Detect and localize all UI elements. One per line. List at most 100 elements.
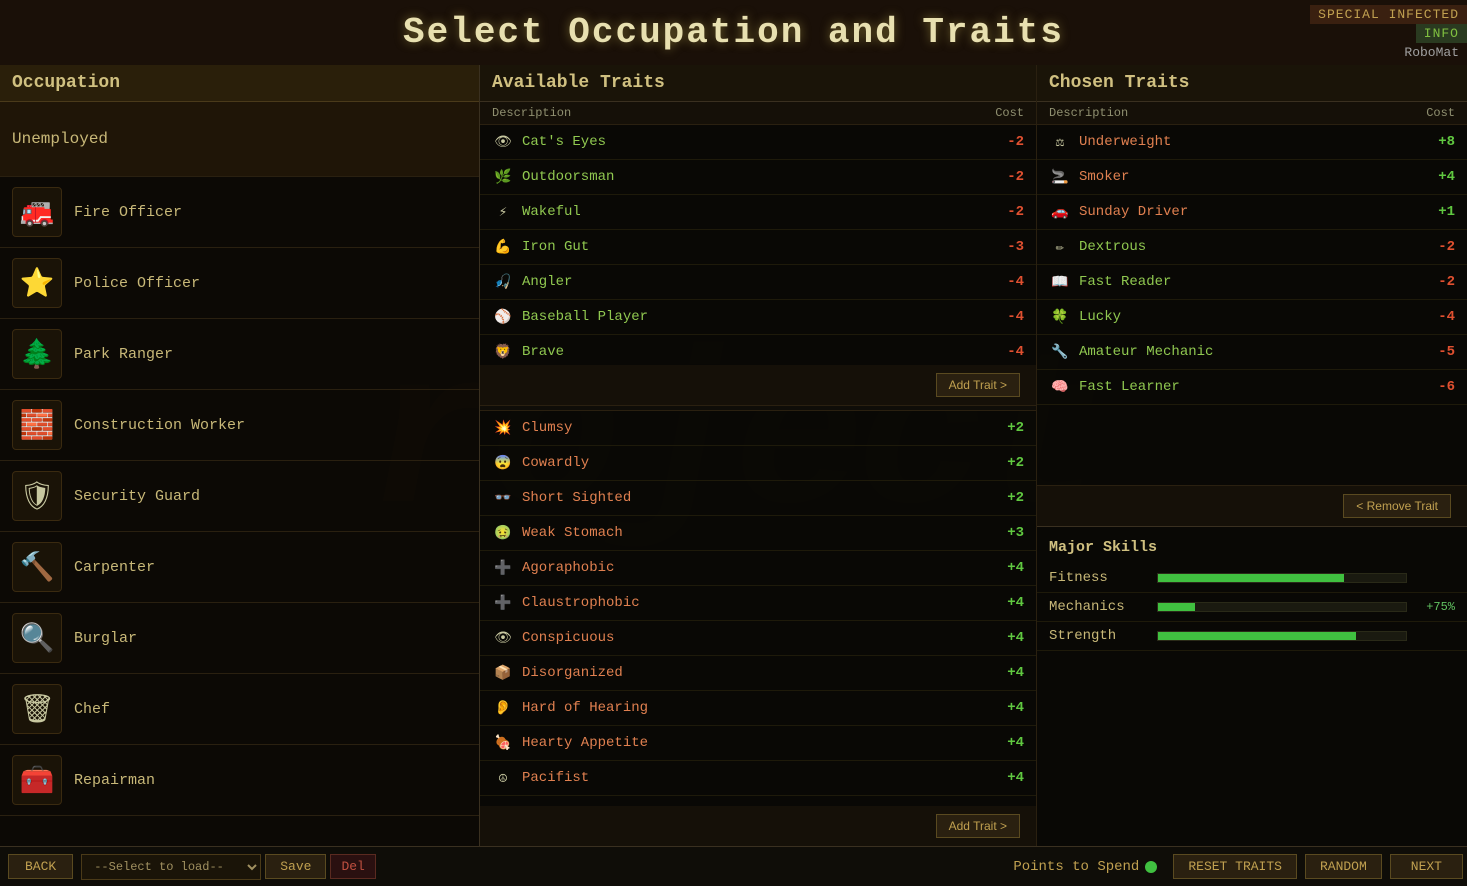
trait-weak-stomach[interactable]: 🤢 Weak Stomach +3 [480, 516, 1036, 551]
top-header: Select Occupation and Traits SPECIAL INF… [0, 0, 1467, 65]
trait-cost-cowardly: +2 [1007, 455, 1024, 471]
trait-cats-eyes[interactable]: 👁 Cat's Eyes -2 [480, 125, 1036, 160]
amateur-mechanic-icon: 🔧 [1049, 341, 1071, 363]
police-officer-icon: ⭐ [12, 258, 62, 308]
occupation-item-burglar[interactable]: 🔍 Burglar [0, 603, 479, 674]
trait-name-iron-gut: Iron Gut [522, 239, 1007, 255]
trait-cost-hearty-appetite: +4 [1007, 735, 1024, 751]
trait-cost-brave: -4 [1007, 344, 1024, 360]
trait-hard-of-hearing[interactable]: 👂 Hard of Hearing +4 [480, 691, 1036, 726]
carpenter-icon: 🔨 [12, 542, 62, 592]
agoraphobic-icon: ➕ [492, 557, 514, 579]
chosen-trait-smoker[interactable]: 🚬 Smoker +4 [1037, 160, 1467, 195]
occupation-name-carpenter: Carpenter [74, 559, 155, 576]
chosen-trait-fast-learner[interactable]: 🧠 Fast Learner -6 [1037, 370, 1467, 405]
occupation-item-carpenter[interactable]: 🔨 Carpenter [0, 532, 479, 603]
occupation-list: Unemployed 🚒 Fire Officer ⭐ Police Offic… [0, 102, 479, 846]
strength-fill [1158, 632, 1356, 640]
occupation-item-police-officer[interactable]: ⭐ Police Officer [0, 248, 479, 319]
trait-clumsy[interactable]: 💥 Clumsy +2 [480, 411, 1036, 446]
occupation-name-repairman: Repairman [74, 772, 155, 789]
fitness-label: Fitness [1049, 570, 1149, 586]
occupation-item-repairman[interactable]: 🧰 Repairman [0, 745, 479, 816]
add-trait-button-upper[interactable]: Add Trait > [936, 373, 1020, 397]
cowardly-icon: 😨 [492, 452, 514, 474]
chosen-trait-lucky[interactable]: 🍀 Lucky -4 [1037, 300, 1467, 335]
cats-eyes-icon: 👁 [492, 131, 514, 153]
trait-iron-gut[interactable]: 💪 Iron Gut -3 [480, 230, 1036, 265]
brave-icon: 🦁 [492, 341, 514, 363]
trait-cowardly[interactable]: 😨 Cowardly +2 [480, 446, 1036, 481]
chosen-trait-sunday-driver[interactable]: 🚗 Sunday Driver +1 [1037, 195, 1467, 230]
chosen-cost-sunday-driver: +1 [1438, 204, 1455, 220]
chosen-trait-fast-reader[interactable]: 📖 Fast Reader -2 [1037, 265, 1467, 300]
chosen-col-cost: Cost [1426, 106, 1455, 120]
trait-cost-claustrophobic: +4 [1007, 595, 1024, 611]
points-to-spend: Points to Spend [1013, 859, 1157, 875]
reset-traits-button[interactable]: RESET TRAITS [1173, 854, 1297, 879]
occupation-item-park-ranger[interactable]: 🌲 Park Ranger [0, 319, 479, 390]
trait-cost-iron-gut: -3 [1007, 239, 1024, 255]
occupation-item-fire-officer[interactable]: 🚒 Fire Officer [0, 177, 479, 248]
hearty-appetite-icon: 🍖 [492, 732, 514, 754]
next-button[interactable]: NEXT [1390, 854, 1463, 879]
back-button[interactable]: BACK [8, 854, 73, 879]
save-button[interactable]: Save [265, 854, 326, 879]
occupation-name-park-ranger: Park Ranger [74, 346, 173, 363]
trait-outdoorsman[interactable]: 🌿 Outdoorsman -2 [480, 160, 1036, 195]
del-button[interactable]: Del [330, 854, 375, 879]
construction-worker-icon: 🧱 [12, 400, 62, 450]
main-layout: Occupation Unemployed 🚒 Fire Officer ⭐ P… [0, 65, 1467, 846]
random-button[interactable]: RANDOM [1305, 854, 1382, 879]
major-skills-header: Major Skills [1037, 535, 1467, 564]
trait-name-outdoorsman: Outdoorsman [522, 169, 1007, 185]
iron-gut-icon: 💪 [492, 236, 514, 258]
trait-name-disorganized: Disorganized [522, 665, 1007, 681]
occupation-item-chef[interactable]: 🗑 Chef [0, 674, 479, 745]
trait-conspicuous[interactable]: 👁 Conspicuous +4 [480, 621, 1036, 656]
chosen-cost-smoker: +4 [1438, 169, 1455, 185]
occupation-name-burglar: Burglar [74, 630, 137, 647]
trait-name-cowardly: Cowardly [522, 455, 1007, 471]
chosen-cost-fast-learner: -6 [1438, 379, 1455, 395]
conspicuous-icon: 👁 [492, 627, 514, 649]
occupation-item-security-guard[interactable]: 🛡 Security Guard [0, 461, 479, 532]
disorganized-icon: 📦 [492, 662, 514, 684]
trait-agoraphobic[interactable]: ➕ Agoraphobic +4 [480, 551, 1036, 586]
chosen-traits-title: Chosen Traits [1049, 73, 1189, 93]
chosen-cost-underweight: +8 [1438, 134, 1455, 150]
trait-hearty-appetite[interactable]: 🍖 Hearty Appetite +4 [480, 726, 1036, 761]
occupation-panel: Occupation Unemployed 🚒 Fire Officer ⭐ P… [0, 65, 480, 846]
negative-trait-list: 💥 Clumsy +2 😨 Cowardly +2 👓 Short Sighte… [480, 411, 1036, 806]
skill-strength: Strength [1037, 622, 1467, 651]
trait-brave[interactable]: 🦁 Brave -4 [480, 335, 1036, 365]
pacifist-icon: ☮ [492, 767, 514, 789]
chosen-trait-dextrous[interactable]: ✏ Dextrous -2 [1037, 230, 1467, 265]
trait-disorganized[interactable]: 📦 Disorganized +4 [480, 656, 1036, 691]
chosen-trait-amateur-mechanic[interactable]: 🔧 Amateur Mechanic -5 [1037, 335, 1467, 370]
trait-pacifist[interactable]: ☮ Pacifist +4 [480, 761, 1036, 796]
trait-name-wakeful: Wakeful [522, 204, 1007, 220]
skill-fitness: Fitness [1037, 564, 1467, 593]
trait-cost-disorganized: +4 [1007, 665, 1024, 681]
trait-wakeful[interactable]: ⚡ Wakeful -2 [480, 195, 1036, 230]
trait-claustrophobic[interactable]: ➕ Claustrophobic +4 [480, 586, 1036, 621]
info-badge[interactable]: INFO [1416, 24, 1467, 43]
trait-short-sighted[interactable]: 👓 Short Sighted +2 [480, 481, 1036, 516]
available-traits-lower: 💥 Clumsy +2 😨 Cowardly +2 👓 Short Sighte… [480, 411, 1036, 846]
trait-baseball-player[interactable]: ⚾ Baseball Player -4 [480, 300, 1036, 335]
occupation-item-unemployed[interactable]: Unemployed [0, 102, 479, 177]
load-select[interactable]: --Select to load-- [81, 854, 261, 880]
remove-trait-button[interactable]: < Remove Trait [1343, 494, 1451, 518]
trait-angler[interactable]: 🎣 Angler -4 [480, 265, 1036, 300]
chosen-col-desc: Description [1049, 106, 1128, 120]
add-trait-button-lower[interactable]: Add Trait > [936, 814, 1020, 838]
trait-name-cats-eyes: Cat's Eyes [522, 134, 1007, 150]
occupation-name-construction-worker: Construction Worker [74, 417, 245, 434]
clumsy-icon: 💥 [492, 417, 514, 439]
occupation-item-construction-worker[interactable]: 🧱 Construction Worker [0, 390, 479, 461]
park-ranger-icon: 🌲 [12, 329, 62, 379]
fitness-bar [1157, 573, 1407, 583]
chosen-trait-underweight[interactable]: ⚖ Underweight +8 [1037, 125, 1467, 160]
occupation-name-chef: Chef [74, 701, 110, 718]
